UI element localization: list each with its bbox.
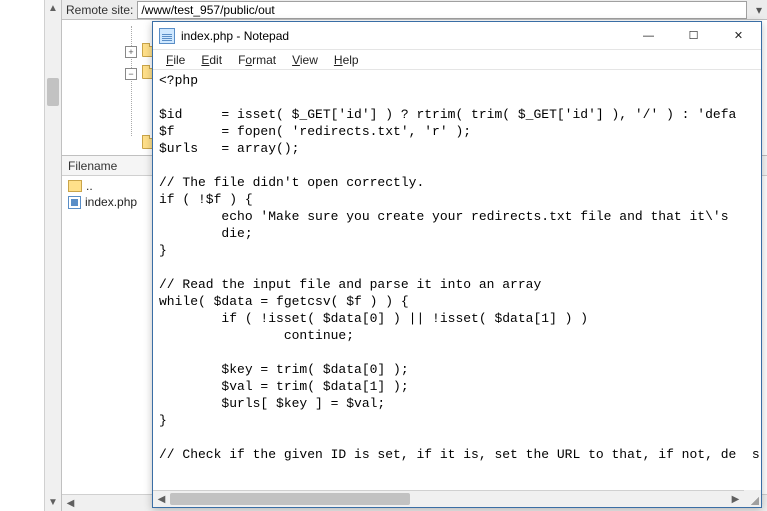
menu-label: dit: [209, 53, 222, 67]
menu-label: iew: [300, 53, 318, 67]
remote-site-bar: Remote site: ▾: [62, 0, 767, 20]
local-tree-scrollbar[interactable]: ▲ ▼: [44, 0, 61, 511]
titlebar[interactable]: index.php - Notepad — ☐ ✕: [153, 22, 761, 50]
scroll-thumb[interactable]: [170, 493, 410, 505]
tree-expand-icon[interactable]: +: [125, 46, 137, 58]
file-label: ..: [86, 179, 93, 193]
local-tree-pane: ▲ ▼: [0, 0, 62, 511]
menu-format[interactable]: Format: [231, 51, 283, 69]
minimize-button[interactable]: —: [626, 22, 671, 50]
notepad-window: index.php - Notepad — ☐ ✕ File Edit Form…: [152, 21, 762, 508]
notepad-icon: [159, 28, 175, 44]
folder-up-icon: [68, 180, 82, 192]
scroll-left-icon[interactable]: ◀: [153, 491, 170, 507]
tree-collapse-icon[interactable]: −: [125, 68, 137, 80]
menu-file[interactable]: File: [159, 51, 192, 69]
menu-label: rmat: [252, 53, 276, 67]
window-title: index.php - Notepad: [181, 29, 626, 43]
php-file-icon: [68, 196, 81, 209]
remote-path-input[interactable]: [137, 1, 747, 19]
resize-grip-icon[interactable]: [744, 490, 761, 507]
scroll-down-icon[interactable]: ▼: [45, 494, 61, 511]
close-button[interactable]: ✕: [716, 22, 761, 50]
scroll-thumb[interactable]: [47, 78, 59, 106]
menu-label: elp: [343, 53, 359, 67]
menu-edit[interactable]: Edit: [194, 51, 229, 69]
remote-label: Remote site:: [66, 3, 133, 17]
editor-area[interactable]: <?php $id = isset( $_GET['id'] ) ? rtrim…: [153, 70, 761, 490]
remote-path-dropdown-icon[interactable]: ▾: [751, 3, 767, 17]
menu-help[interactable]: Help: [327, 51, 366, 69]
maximize-button[interactable]: ☐: [671, 22, 716, 50]
scroll-up-icon[interactable]: ▲: [45, 0, 61, 17]
scroll-left-icon[interactable]: ◀: [62, 495, 79, 511]
menu-label: ile: [173, 53, 185, 67]
scroll-right-icon[interactable]: ▶: [727, 491, 744, 507]
file-label: index.php: [85, 195, 137, 209]
editor-text[interactable]: <?php $id = isset( $_GET['id'] ) ? rtrim…: [153, 70, 761, 465]
menubar: File Edit Format View Help: [153, 50, 761, 70]
menu-view[interactable]: View: [285, 51, 325, 69]
editor-hscroll[interactable]: ◀ ▶: [153, 490, 744, 507]
